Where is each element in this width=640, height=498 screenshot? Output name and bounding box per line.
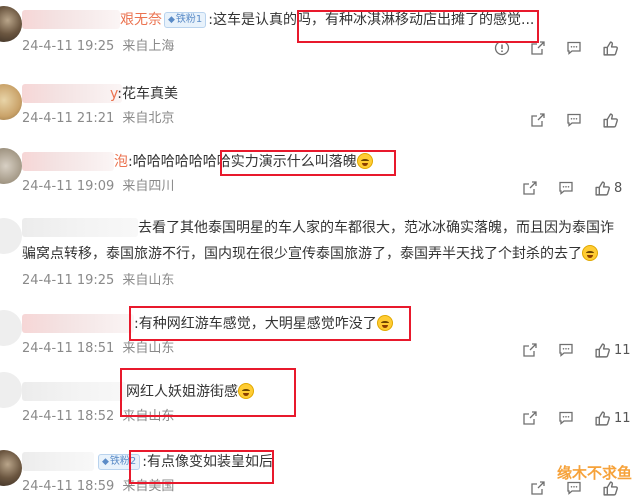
share-icon: [531, 113, 545, 127]
comment-icon: [559, 343, 573, 357]
comment-item: 去看了其他泰国明星的车人家的车都很大，范冰冰确实落魄，而且因为泰国诈 骗窝点转移…: [0, 214, 640, 298]
highlight-box: [120, 368, 296, 417]
badge-shield-icon: ◆: [168, 15, 175, 25]
comment-text: 去看了其他泰国明星的车人家的车都很大，范冰冰确实落魄，而且因为泰国诈: [138, 220, 614, 236]
comment-date: 24-4-11 18:59: [22, 479, 115, 494]
comment-text: 骗窝点转移，泰国旅游不行，国内现在很少宣传泰国旅游了，泰国弄半天找了个封杀的去了: [22, 244, 598, 264]
comment-meta: 24-4-11 18:51 来自山东: [22, 340, 174, 358]
avatar[interactable]: [0, 450, 22, 486]
comment-location: 来自北京: [122, 111, 175, 126]
share-icon: [523, 343, 537, 357]
thumbs-up-icon: [595, 342, 610, 358]
comment-date: 24-4-11 21:21: [22, 111, 115, 126]
avatar[interactable]: [0, 6, 22, 42]
comment-location: 来自四川: [122, 179, 175, 194]
highlight-box: [297, 10, 539, 43]
comment-text: y:花车真美: [110, 86, 178, 102]
share-icon: [523, 411, 537, 425]
watermark: 缘木不求鱼: [556, 464, 632, 482]
like-count: 8: [614, 180, 623, 196]
username-blur: [22, 382, 126, 401]
comment-meta: 24-4-11 19:09 来自四川: [22, 178, 174, 196]
comment-date: 24-4-11 18:52: [22, 409, 115, 424]
comment-item: 艰无奈 ◆铁粉1:这车是认真的吗，有种冰淇淋移动店出摊了的感觉... 24-4-1…: [0, 0, 640, 70]
reply-button[interactable]: [558, 408, 574, 428]
username-blur: [22, 452, 94, 471]
comment-date: 24-4-11 19:25: [22, 273, 115, 288]
comment-location: 来自山东: [122, 273, 175, 288]
avatar[interactable]: [0, 148, 22, 184]
like-button[interactable]: 11: [594, 408, 631, 428]
username-blur: [22, 84, 122, 103]
reply-button[interactable]: [558, 340, 574, 360]
username-blur: [22, 218, 138, 237]
comment-actions: 8: [522, 178, 634, 198]
highlight-box: [220, 150, 396, 176]
comment-item: :有种网红游车感觉，大明星感觉咋没了 24-4-11 18:51 来自山东 11: [0, 306, 640, 364]
comment-actions: 11: [522, 408, 634, 428]
comment-item: 泡:哈哈哈哈哈哈哈实力演示什么叫落魄 24-4-11 19:09 来自四川 8: [0, 146, 640, 206]
comment-location: 来自上海: [122, 39, 175, 54]
comment-item: ◆铁粉2:有点像变如装皇如后 24-4-11 18:59 来自美国: [0, 446, 640, 497]
username-blur: [22, 10, 120, 29]
avatar[interactable]: [0, 310, 22, 346]
comment-actions: [530, 110, 634, 130]
comment-icon: [559, 181, 573, 195]
comment-date: 24-4-11 19:09: [22, 179, 115, 194]
highlight-box: [129, 306, 411, 341]
username[interactable]: 艰无奈: [120, 12, 162, 28]
comment-item: 网红人妖姐游街感 24-4-11 18:52 来自山东 11: [0, 368, 640, 432]
avatar[interactable]: [0, 84, 22, 120]
laugh-emoji-icon: [582, 245, 598, 261]
reply-button[interactable]: [566, 38, 582, 58]
thumbs-up-icon: [595, 180, 610, 196]
username-blur: [22, 152, 114, 171]
like-button[interactable]: 8: [594, 178, 622, 198]
share-button[interactable]: [530, 478, 546, 498]
highlight-box: [129, 450, 274, 484]
thumbs-up-icon: [595, 410, 610, 426]
like-count: 11: [614, 342, 631, 358]
share-button[interactable]: [522, 408, 538, 428]
like-button[interactable]: 11: [594, 340, 631, 360]
comment-date: 24-4-11 19:25: [22, 39, 115, 54]
comment-location: 来自山东: [122, 341, 175, 356]
comment-date: 24-4-11 18:51: [22, 341, 115, 356]
like-button[interactable]: [602, 38, 622, 58]
username[interactable]: 泡: [114, 154, 128, 170]
comment-icon: [559, 411, 573, 425]
like-button[interactable]: [602, 110, 622, 130]
username-blur: [22, 314, 134, 333]
comment-icon: [567, 41, 581, 55]
comment-icon: [567, 113, 581, 127]
like-count: 11: [614, 410, 631, 426]
reply-button[interactable]: [558, 178, 574, 198]
avatar[interactable]: [0, 218, 22, 254]
share-button[interactable]: [522, 178, 538, 198]
thumbs-up-icon: [603, 112, 618, 128]
avatar[interactable]: [0, 372, 22, 408]
comment-item: y:花车真美 24-4-11 21:21 来自北京: [0, 78, 640, 144]
thumbs-up-icon: [603, 40, 618, 56]
comment-meta: 24-4-11 19:25 来自山东: [22, 272, 174, 290]
share-icon: [531, 481, 545, 495]
comment-meta: 24-4-11 19:25 来自上海: [22, 38, 174, 56]
share-button[interactable]: [522, 340, 538, 360]
reply-button[interactable]: [566, 110, 582, 130]
comment-meta: 24-4-11 21:21 来自北京: [22, 110, 174, 128]
share-icon: [523, 181, 537, 195]
comment-actions: 11: [522, 340, 634, 360]
fan-badge[interactable]: ◆铁粉1: [164, 12, 207, 28]
share-button[interactable]: [530, 110, 546, 130]
badge-shield-icon: ◆: [102, 457, 109, 467]
